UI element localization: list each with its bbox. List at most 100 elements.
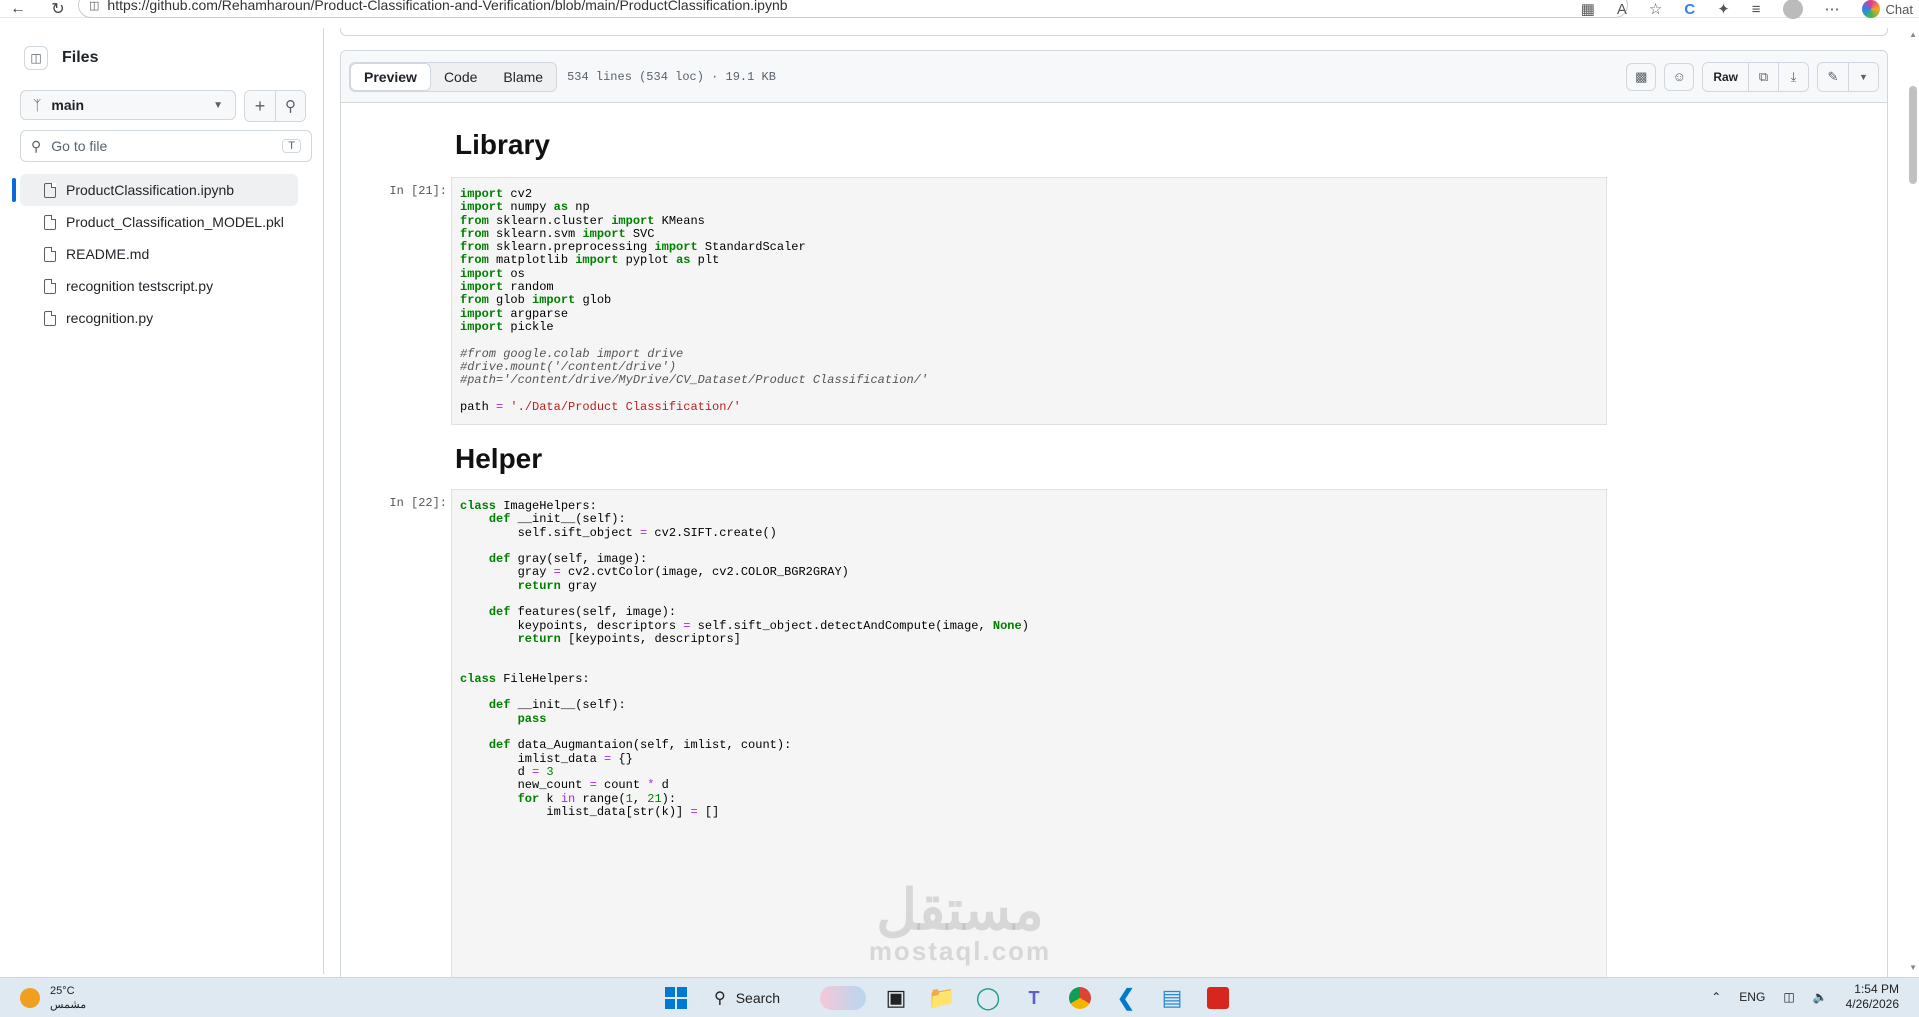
scroll-thumb[interactable] — [1909, 86, 1917, 184]
copy-icon[interactable]: ⧉ — [1748, 62, 1778, 91]
edit-actions: ✎ ▼ — [1817, 61, 1879, 92]
branch-name: main — [51, 97, 85, 113]
file-actions: ▩ ☺ Raw ⧉ ⤓ ✎ ▼ — [1626, 61, 1879, 92]
vscode-icon[interactable]: ❮ — [1110, 982, 1142, 1014]
file-list: ProductClassification.ipynb Product_Clas… — [12, 174, 298, 334]
top-strip — [340, 28, 1888, 36]
file-item[interactable]: README.md — [20, 238, 298, 270]
search-icon: ⚲ — [714, 990, 726, 1007]
file-content-box: Preview Code Blame 534 lines (534 loc) ·… — [340, 50, 1888, 990]
add-file-icon[interactable]: + — [245, 91, 275, 121]
file-name: Product_Classification_MODEL.pkl — [66, 214, 284, 230]
back-icon[interactable]: ← — [4, 0, 32, 18]
copilot-icon[interactable]: ☺ — [1664, 62, 1695, 91]
file-icon — [44, 278, 56, 294]
file-meta: 534 lines (534 loc) · 19.1 KB — [567, 69, 776, 84]
file-item[interactable]: Product_Classification_MODEL.pkl — [20, 206, 298, 238]
branch-row: ᛉ main ▼ + ⚲ — [20, 90, 306, 122]
collections-icon[interactable]: ≡ — [1752, 1, 1761, 18]
browser-toolbar: ← ↻ ◫ https://github.com/Rehamharoun/Pro… — [0, 0, 1919, 19]
search-label: Search — [735, 990, 781, 1006]
chrome-logo — [1069, 987, 1091, 1009]
cell-prompt: In [21]: — [389, 184, 447, 198]
taskbar-apps: ⚲ Search ▣ 📁 ◯ T ❮ ▤ — [660, 982, 1234, 1014]
system-tray: ⌃ ENG ◫ 🔈 1:54 PM 4/26/2026 — [1711, 982, 1899, 1012]
chevron-down-icon[interactable]: ▼ — [1848, 62, 1878, 91]
file-item[interactable]: recognition testscript.py — [20, 270, 298, 302]
edge-icon[interactable]: ◯ — [972, 982, 1004, 1014]
notepad-icon[interactable]: ▤ — [1156, 982, 1188, 1014]
file-name: README.md — [66, 246, 150, 262]
chevron-up-icon[interactable]: ⌃ — [1711, 990, 1721, 1004]
collapse-sidebar-icon[interactable]: ◫ — [24, 46, 48, 70]
scroll-down-icon[interactable]: ▼ — [1909, 963, 1917, 972]
git-branch-icon: ᛉ — [33, 97, 42, 113]
sidebar-header: ◫ Files — [24, 46, 98, 70]
app-icon[interactable]: ▦ — [1581, 0, 1595, 18]
sidebar-title: Files — [62, 49, 99, 66]
search-icon: ⚲ — [31, 137, 42, 154]
sidebar-actions: + ⚲ — [244, 90, 306, 122]
tab-blame[interactable]: Blame — [490, 63, 556, 91]
file-name: recognition.py — [66, 310, 154, 326]
file-icon — [44, 182, 56, 198]
weather-text: 25°C مشمس — [50, 984, 86, 1012]
extension-c-icon[interactable]: C — [1684, 1, 1695, 18]
clock-date: 4/26/2026 — [1845, 997, 1899, 1011]
code-cell: import cv2 import numpy as np from sklea… — [451, 177, 1607, 425]
network-icon[interactable]: ◫ — [1783, 990, 1794, 1004]
language-indicator[interactable]: ENG — [1739, 990, 1765, 1004]
chat-label: Chat — [1885, 1, 1913, 17]
extensions-icon[interactable]: ✦ — [1717, 0, 1730, 18]
site-info-icon[interactable]: ◫ — [89, 0, 99, 12]
search-icon[interactable]: ⚲ — [275, 91, 305, 121]
acrobat-icon[interactable] — [1202, 982, 1234, 1014]
tab-preview[interactable]: Preview — [350, 62, 431, 91]
address-bar[interactable]: ◫ https://github.com/Rehamharoun/Product… — [78, 0, 1628, 18]
task-view-icon[interactable]: ▣ — [880, 982, 912, 1014]
browser-actions: ▦ A​ ☆ C ✦ ≡ ⋯ Chat — [1581, 0, 1913, 19]
raw-actions: Raw ⧉ ⤓ — [1702, 61, 1809, 92]
cell-prompt: In [22]: — [389, 496, 447, 510]
raw-button[interactable]: Raw — [1703, 62, 1748, 91]
branch-selector[interactable]: ᛉ main ▼ — [20, 90, 236, 120]
page-scrollbar[interactable]: ▲ ▼ — [1907, 28, 1919, 974]
file-item[interactable]: recognition.py — [20, 302, 298, 334]
start-button[interactable] — [660, 982, 692, 1014]
favorite-star-icon[interactable]: ☆ — [1649, 0, 1662, 18]
windows-logo-icon — [665, 987, 687, 1009]
weather-widget[interactable]: 25°C مشمس — [20, 984, 86, 1012]
chat-button[interactable]: Chat — [1861, 0, 1913, 18]
taskbar-search[interactable]: ⚲ Search — [706, 982, 866, 1014]
download-icon[interactable]: ⤓ — [1778, 62, 1808, 91]
edit-pencil-icon[interactable]: ✎ — [1818, 62, 1848, 91]
chrome-icon[interactable] — [1064, 982, 1096, 1014]
volume-muted-icon[interactable]: 🔈 — [1813, 990, 1828, 1004]
file-icon — [44, 246, 56, 262]
file-item[interactable]: ProductClassification.ipynb — [12, 174, 298, 206]
notebook-heading: Helper — [455, 443, 543, 474]
code-cell: class ImageHelpers: def __init__(self): … — [451, 489, 1607, 989]
file-icon — [44, 214, 56, 230]
reload-icon[interactable]: ↻ — [44, 0, 72, 18]
taskbar: 25°C مشمس ⚲ Search ▣ 📁 ◯ T ❮ ▤ ⌃ ENG ◫ 🔈… — [0, 977, 1919, 1017]
clock[interactable]: 1:54 PM 4/26/2026 — [1846, 982, 1899, 1012]
teams-icon[interactable]: T — [1018, 982, 1050, 1014]
tab-code[interactable]: Code — [431, 63, 490, 91]
profile-avatar[interactable] — [1782, 0, 1803, 19]
file-tree-sidebar: ◫ Files ᛉ main ▼ + ⚲ ⚲ Go to file T Prod… — [4, 28, 324, 974]
open-in-codespace-icon[interactable]: ▩ — [1626, 62, 1657, 91]
file-name: ProductClassification.ipynb — [66, 182, 235, 198]
sun-icon — [20, 988, 40, 1008]
file-explorer-icon[interactable]: 📁 — [926, 982, 958, 1014]
copilot-logo-icon — [1861, 0, 1880, 18]
go-to-file-placeholder: Go to file — [51, 138, 108, 154]
read-aloud-icon[interactable]: A​ — [1617, 1, 1627, 18]
more-menu-icon[interactable]: ⋯ — [1825, 0, 1840, 18]
url-text: https://github.com/Rehamharoun/Product-C… — [107, 0, 788, 13]
go-to-file-input[interactable]: ⚲ Go to file T — [20, 130, 312, 162]
view-mode-tabs: Preview Code Blame — [349, 61, 558, 92]
caret-down-icon: ▼ — [213, 99, 223, 111]
scroll-up-icon[interactable]: ▲ — [1909, 30, 1917, 39]
acrobat-logo — [1207, 987, 1229, 1009]
